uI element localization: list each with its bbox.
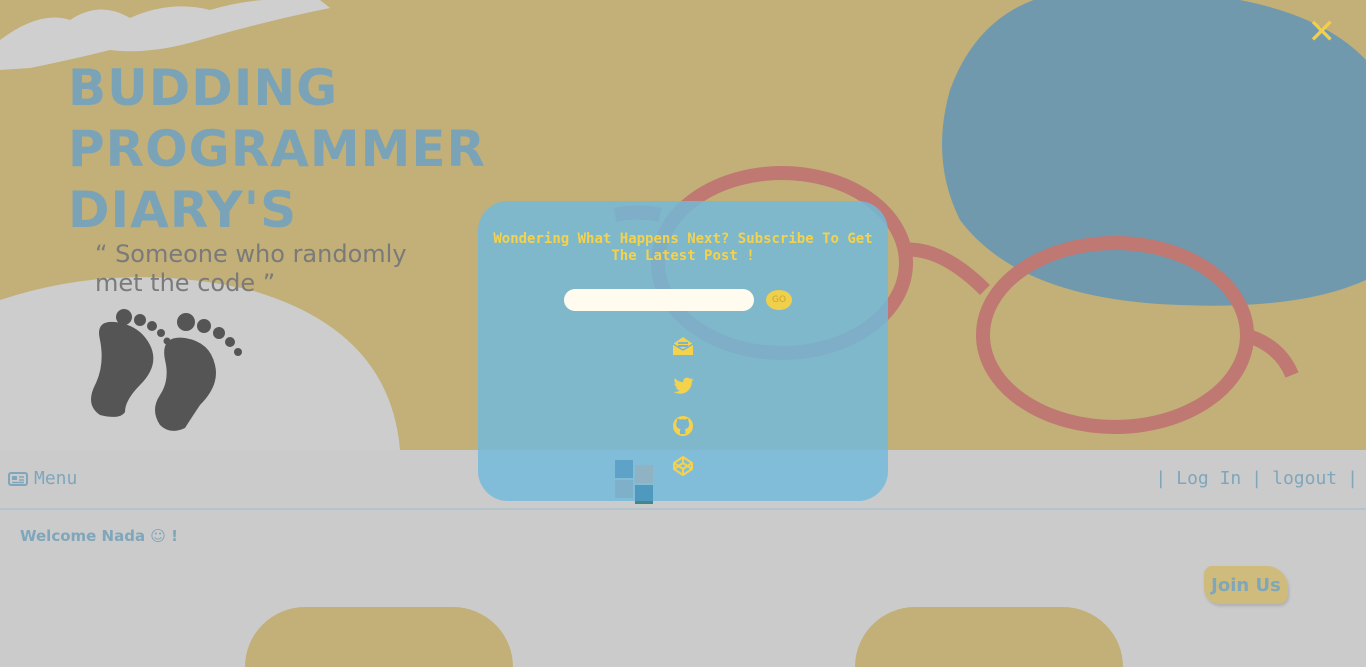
social-row-codepen bbox=[478, 454, 888, 478]
social-row-github bbox=[478, 414, 888, 438]
welcome-message: Welcome Nada ☺ ! bbox=[20, 527, 179, 545]
subscribe-popup: Wondering What Happens Next? Subscribe T… bbox=[478, 201, 888, 501]
close-icon[interactable]: ✕ bbox=[1308, 14, 1337, 50]
loading-blocks-icon bbox=[615, 460, 653, 504]
menu-button[interactable]: Menu bbox=[8, 468, 77, 489]
social-row-email bbox=[478, 334, 888, 358]
title-line-3: DIARY'S bbox=[68, 181, 298, 239]
separator: | bbox=[1347, 468, 1358, 489]
separator: | bbox=[1155, 468, 1167, 489]
login-link[interactable]: Log In bbox=[1176, 468, 1241, 489]
codepen-icon[interactable] bbox=[671, 454, 695, 478]
title-line-2: PROGRAMMER bbox=[68, 120, 487, 178]
auth-links: | Log In | logout | bbox=[1155, 468, 1358, 489]
github-icon[interactable] bbox=[671, 414, 695, 438]
subscribe-form: GO bbox=[564, 289, 792, 311]
envelope-open-icon[interactable] bbox=[671, 334, 695, 358]
menu-label: Menu bbox=[34, 468, 78, 489]
tagline: “ Someone who randomly met the code ” bbox=[95, 240, 407, 297]
join-us-button[interactable]: Join Us bbox=[1204, 566, 1288, 604]
email-input[interactable] bbox=[564, 289, 754, 311]
newspaper-icon bbox=[8, 471, 28, 486]
separator: | bbox=[1251, 468, 1263, 489]
blog-title: BUDDING PROGRAMMER DIARY'S bbox=[68, 58, 488, 241]
title-line-1: BUDDING bbox=[68, 59, 339, 117]
twitter-icon[interactable] bbox=[671, 374, 695, 398]
post-card[interactable] bbox=[245, 607, 513, 667]
social-row-twitter bbox=[478, 374, 888, 398]
go-button[interactable]: GO bbox=[766, 290, 792, 310]
post-card[interactable] bbox=[855, 607, 1123, 667]
blue-blob bbox=[942, 0, 1366, 306]
popup-heading: Wondering What Happens Next? Subscribe T… bbox=[493, 231, 873, 264]
logout-link[interactable]: logout bbox=[1272, 468, 1337, 489]
